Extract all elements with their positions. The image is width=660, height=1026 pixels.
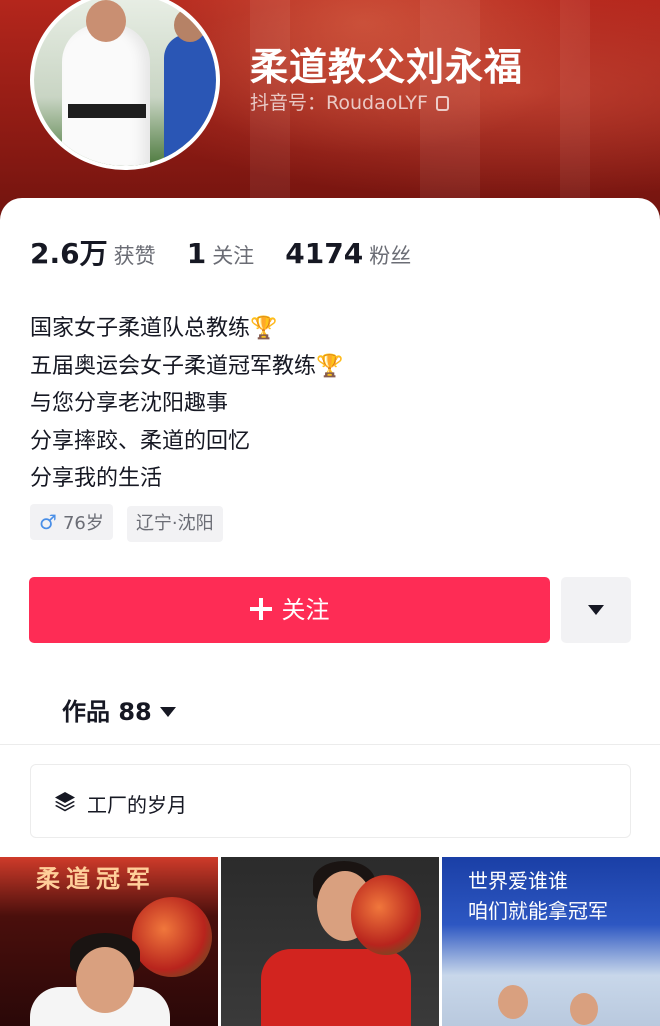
caret-down-icon <box>588 605 604 615</box>
follow-label: 关注 <box>281 596 330 624</box>
stat-following-value: 1 <box>186 237 207 270</box>
stats-row: 2.6万 获赞 1 关注 4174 粉丝 <box>30 232 437 272</box>
age-tag: ♂ 76岁 <box>30 504 113 540</box>
video-thumbnail[interactable] <box>221 857 439 1026</box>
stat-following-label: 关注 <box>212 244 255 268</box>
divider <box>0 744 660 745</box>
athlete-face <box>570 993 598 1025</box>
plus-icon <box>249 598 272 620</box>
athlete-face <box>76 947 134 1013</box>
flower-bouquet <box>132 897 212 977</box>
flower-bouquet <box>351 875 421 955</box>
avatar-figure-head-2 <box>174 8 206 42</box>
avatar-figure-belt <box>68 104 146 118</box>
stat-followers[interactable]: 4174 粉丝 <box>285 237 411 270</box>
thumbnail-caption-line-1: 世界爱谁谁 <box>468 869 568 893</box>
video-thumbnail[interactable]: 柔道冠军 <box>0 857 218 1026</box>
stat-followers-label: 粉丝 <box>369 244 412 268</box>
bio-line: 与您分享老沈阳趣事 <box>30 391 229 416</box>
stat-likes[interactable]: 2.6万 获赞 <box>30 232 156 272</box>
bio: 国家女子柔道队总教练🏆 五届奥运会女子柔道冠军教练🏆 与您分享老沈阳趣事 分享摔… <box>30 310 343 498</box>
age-text: 76岁 <box>62 513 104 534</box>
stat-likes-label: 获赞 <box>113 244 156 268</box>
douyin-id-text: 抖音号：RoudaoLYF <box>250 92 428 114</box>
layers-icon <box>55 792 75 812</box>
profile-nickname: 柔道教父刘永福 <box>250 45 524 89</box>
video-thumbnail[interactable]: 世界爱谁谁 咱们就能拿冠军 <box>442 857 660 1026</box>
tab-works-label: 作品 88 <box>62 698 152 726</box>
stat-followers-value: 4174 <box>285 237 364 270</box>
stat-following[interactable]: 1 关注 <box>187 237 254 270</box>
profile-tags: ♂ 76岁 辽宁·沈阳 <box>30 504 232 542</box>
collection-label: 工厂的岁月 <box>87 793 187 817</box>
copy-icon[interactable] <box>435 96 449 111</box>
thumbnail-title: 柔道冠军 <box>36 865 156 893</box>
follow-button[interactable]: 关注 <box>29 577 550 643</box>
bio-line: 国家女子柔道队总教练🏆 <box>30 316 278 341</box>
caret-down-icon <box>159 707 176 717</box>
avatar-figure-white <box>62 24 150 166</box>
bio-line: 分享摔跤、柔道的回忆 <box>30 428 251 454</box>
tab-works[interactable]: 作品 88 <box>62 692 176 727</box>
avatar-figure-head <box>86 0 126 42</box>
thumbnail-caption-line-2: 咱们就能拿冠军 <box>468 899 608 923</box>
stat-likes-value: 2.6万 <box>30 237 108 270</box>
location-tag: 辽宁·沈阳 <box>126 506 223 542</box>
collection-card[interactable]: 工厂的岁月 <box>30 764 631 838</box>
athlete-jacket <box>261 949 411 1026</box>
athlete-face <box>498 985 528 1019</box>
bio-line: 五届奥运会女子柔道冠军教练🏆 <box>30 353 344 379</box>
bio-line: 分享我的生活 <box>30 466 163 491</box>
avatar[interactable] <box>30 0 220 170</box>
avatar-figure-blue <box>164 34 216 166</box>
douyin-id-row[interactable]: 抖音号：RoudaoLYF <box>250 88 449 115</box>
more-options-button[interactable] <box>561 577 631 643</box>
male-icon: ♂ <box>39 510 57 534</box>
